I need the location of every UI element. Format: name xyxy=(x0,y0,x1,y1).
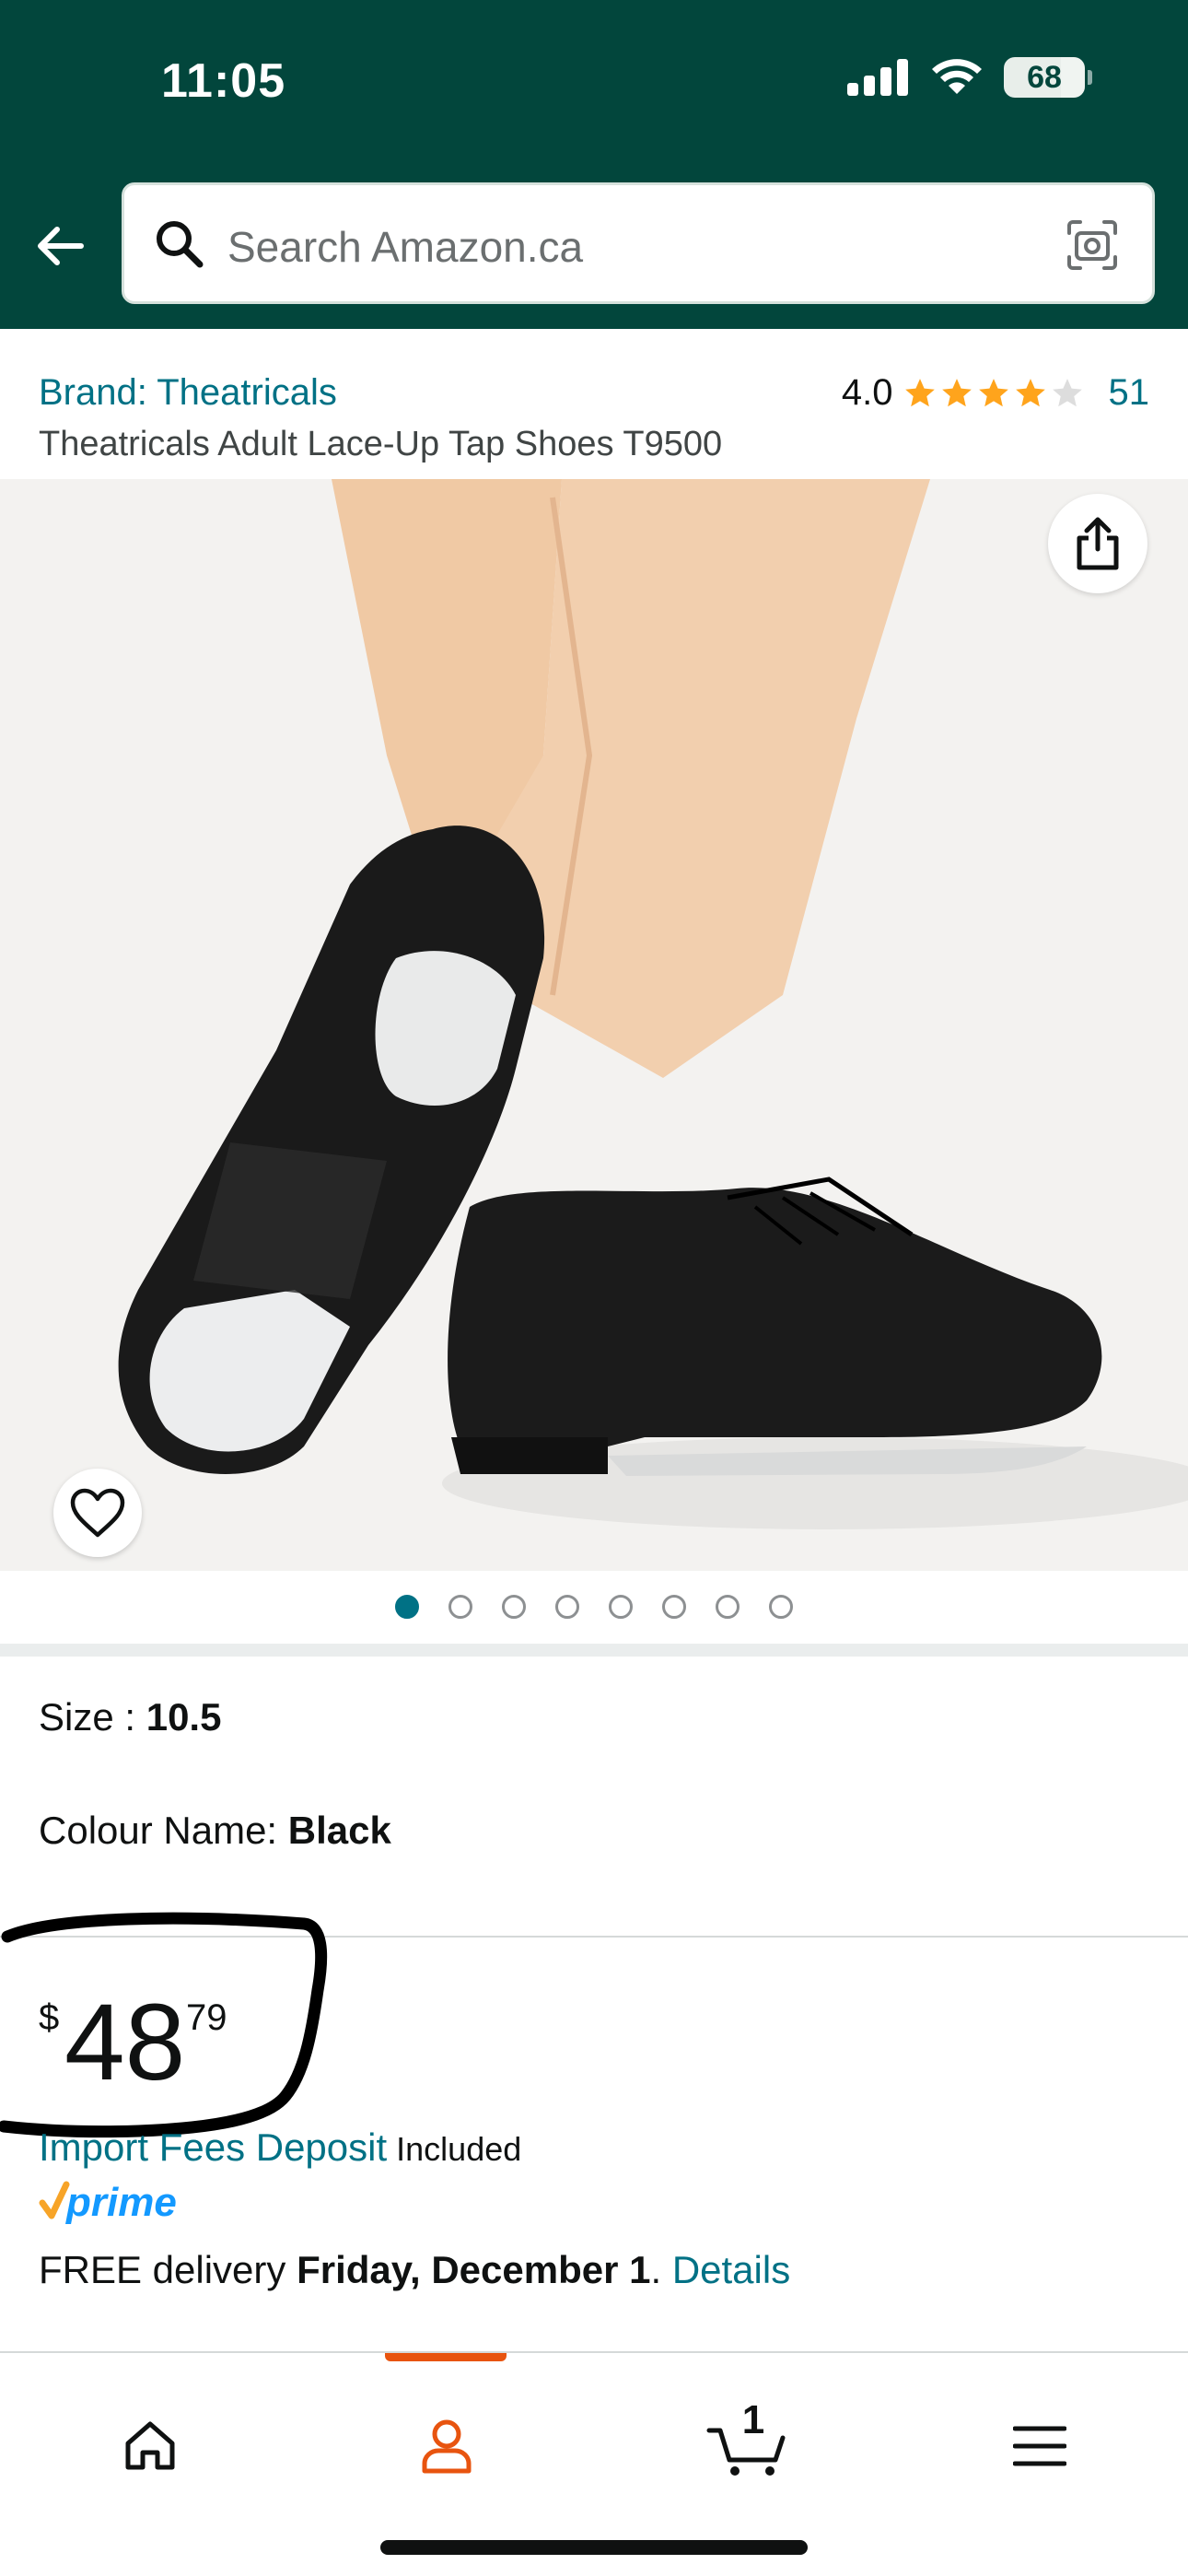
size-value: 10.5 xyxy=(146,1695,222,1739)
star-full-icon xyxy=(1015,378,1045,406)
star-empty-icon xyxy=(1052,378,1082,406)
star-full-icon xyxy=(978,378,1008,406)
back-arrow-icon[interactable] xyxy=(31,217,88,275)
search-icon xyxy=(157,221,204,268)
search-input[interactable]: Search Amazon.ca xyxy=(227,222,583,272)
extended-delivery-text: Extended delivery time. This item is ful… xyxy=(39,2331,864,2349)
brand-link[interactable]: Brand: Theatricals xyxy=(39,372,337,414)
colour-value: Black xyxy=(287,1809,391,1852)
active-tab-indicator xyxy=(385,2353,507,2361)
delivery-info: FREE delivery Friday, December 1. Detail… xyxy=(39,2248,790,2292)
price-currency: $ xyxy=(39,1997,60,2038)
hamburger-menu-icon xyxy=(1013,2426,1066,2466)
size-selector[interactable]: Size : 10.5 xyxy=(39,1695,221,1739)
rating-value: 4.0 xyxy=(841,372,893,413)
import-fees-status: Included xyxy=(387,2130,522,2168)
tap-shoes-image xyxy=(0,479,1188,1571)
pagination-dot[interactable] xyxy=(609,1595,633,1619)
nav-account[interactable] xyxy=(405,2405,488,2488)
prime-logo: prime xyxy=(39,2180,177,2225)
cart-count-badge: 1 xyxy=(741,2397,765,2442)
home-indicator xyxy=(380,2540,808,2555)
delivery-details-link[interactable]: Details xyxy=(672,2248,790,2291)
price-fraction: 79 xyxy=(186,1997,227,2038)
price-whole: 48 xyxy=(64,1982,186,2103)
account-icon xyxy=(422,2419,472,2474)
home-icon xyxy=(125,2421,175,2470)
pagination-dot[interactable] xyxy=(448,1595,472,1619)
product-image[interactable] xyxy=(0,479,1188,1571)
star-full-icon xyxy=(904,378,935,406)
colour-selector[interactable]: Colour Name: Black xyxy=(39,1809,391,1853)
battery-icon: 68 xyxy=(1004,57,1092,98)
signal-icon xyxy=(847,59,908,96)
pagination-dot-active[interactable] xyxy=(395,1595,419,1619)
nav-menu[interactable] xyxy=(998,2405,1081,2488)
wishlist-button[interactable] xyxy=(53,1469,142,1557)
status-time: 11:05 xyxy=(161,54,286,108)
pagination-dot[interactable] xyxy=(555,1595,579,1619)
import-fees-link[interactable]: Import Fees Deposit xyxy=(39,2125,387,2169)
image-pagination[interactable] xyxy=(0,1587,1188,1627)
colour-label: Colour Name: xyxy=(39,1809,288,1852)
pagination-dot[interactable] xyxy=(662,1595,686,1619)
nav-home[interactable] xyxy=(109,2405,192,2488)
delivery-date: Friday, December 1 xyxy=(297,2248,651,2291)
heart-icon xyxy=(70,1488,125,1538)
divider xyxy=(0,1936,1188,1938)
app-header: 11:05 68 Search Amazon.ca xyxy=(0,0,1188,329)
rating-stars xyxy=(903,376,1085,411)
product-title: Theatricals Adult Lace-Up Tap Shoes T950… xyxy=(39,425,723,463)
section-separator xyxy=(0,1644,1188,1657)
share-icon xyxy=(1077,517,1119,570)
prime-label: prime xyxy=(65,2180,177,2225)
nav-cart[interactable]: 1 xyxy=(702,2397,794,2488)
share-button[interactable] xyxy=(1048,494,1147,593)
rating-summary[interactable]: 4.0 51 xyxy=(842,372,1149,414)
star-full-icon xyxy=(941,378,972,406)
wifi-icon xyxy=(932,59,982,94)
status-icons: 68 xyxy=(847,57,1092,98)
import-fees: Import Fees Deposit Included xyxy=(39,2125,521,2170)
pagination-dot[interactable] xyxy=(502,1595,526,1619)
pagination-dot[interactable] xyxy=(716,1595,740,1619)
camera-search-icon[interactable] xyxy=(1064,217,1121,274)
delivery-prefix: FREE delivery xyxy=(39,2248,297,2291)
battery-level: 68 xyxy=(1027,59,1062,95)
delivery-suffix: . xyxy=(650,2248,672,2291)
pagination-dot[interactable] xyxy=(769,1595,793,1619)
size-label: Size : xyxy=(39,1695,146,1739)
rating-count-link[interactable]: 51 xyxy=(1109,372,1150,414)
search-bar[interactable]: Search Amazon.ca xyxy=(122,182,1155,304)
